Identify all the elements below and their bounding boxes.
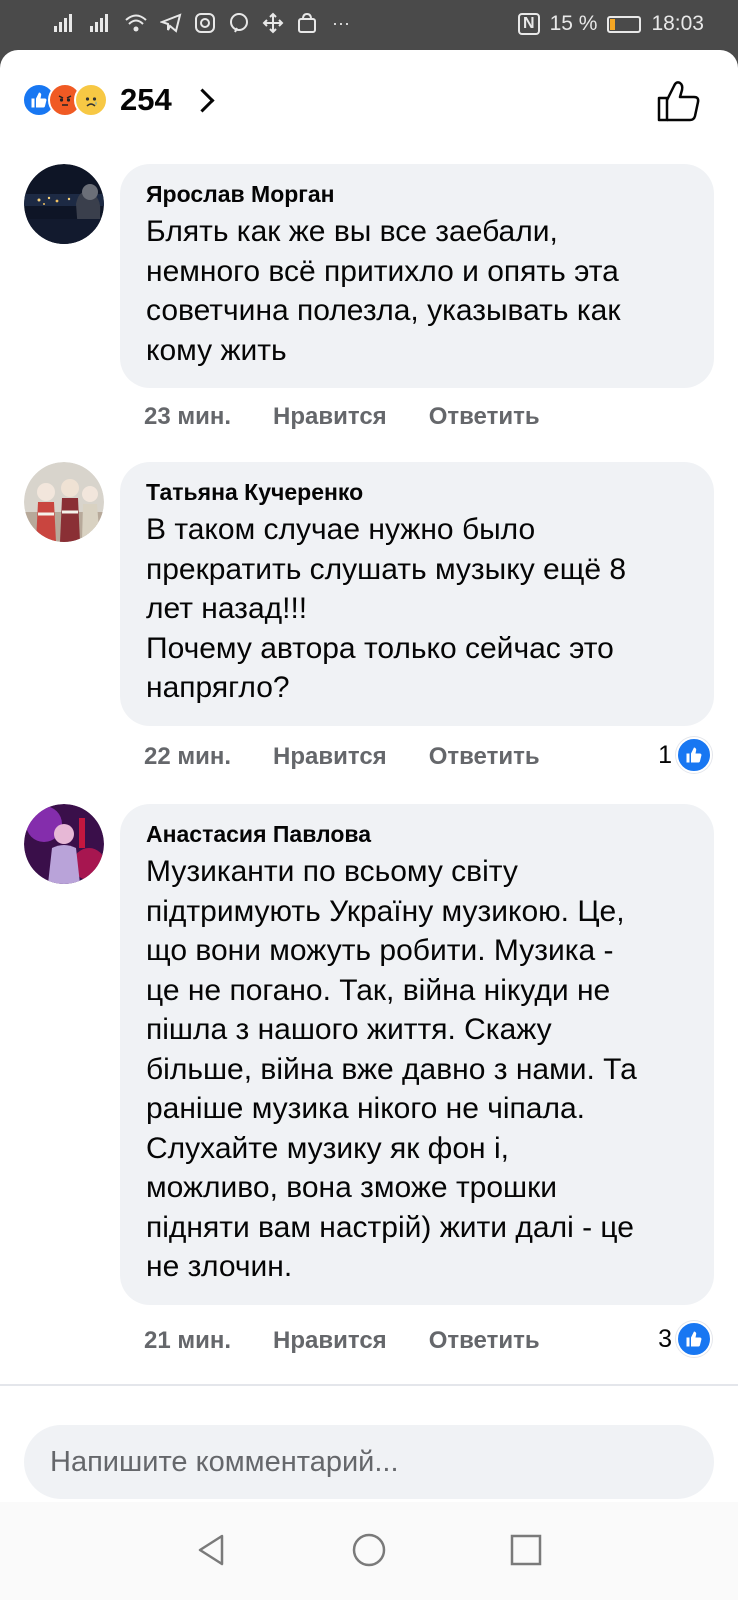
home-icon[interactable] (349, 1530, 389, 1570)
battery-icon (607, 15, 642, 33)
comment-actions: 22 мин. Нравится Ответить (144, 743, 582, 771)
like-icon (676, 737, 712, 773)
comment-input[interactable] (24, 1425, 714, 1499)
nfc-icon: N (518, 13, 540, 35)
like-thumb-icon[interactable] (656, 78, 702, 124)
chevron-right-icon (190, 87, 215, 113)
like-button[interactable]: Нравится (273, 403, 387, 431)
sad-emoji-icon (74, 83, 108, 117)
instagram-icon (195, 13, 215, 33)
comment-time: 23 мин. (144, 403, 232, 430)
composer-divider (0, 1384, 738, 1386)
like-button[interactable]: Нравится (273, 743, 387, 771)
avatar[interactable] (24, 804, 104, 884)
recents-icon[interactable] (506, 1530, 546, 1570)
like-icon (676, 1321, 712, 1357)
status-icons-right: N 15 % 18:03 (518, 12, 704, 36)
comment-author[interactable]: Ярослав Морган (146, 178, 694, 210)
comment-actions: 21 мин. Нравится Ответить (144, 1327, 582, 1355)
clock: 18:03 (651, 12, 704, 35)
back-icon[interactable] (192, 1530, 232, 1570)
comment-author[interactable]: Анастасия Павлова (146, 818, 694, 850)
comment-text: Блять как же вы все заебали, немного всё… (146, 215, 621, 367)
comment-author[interactable]: Татьяна Кучеренко (146, 476, 694, 508)
wifi-icon (125, 14, 147, 32)
system-nav-bar (0, 1502, 738, 1600)
bag-icon (298, 12, 316, 33)
comment-bubble: Татьяна Кучеренко В таком случае нужно б… (120, 462, 714, 726)
reply-button[interactable]: Ответить (429, 1327, 540, 1355)
like-button[interactable]: Нравится (273, 1327, 387, 1355)
comments-sheet: 254 Ярослав Морган Блять как же вы все з… (0, 50, 738, 1600)
comment-text: Музиканти по всьому світу підтримують Ук… (146, 855, 637, 1283)
comment-like-count[interactable]: 1 (658, 737, 712, 773)
move-icon (262, 12, 284, 34)
comment-bubble: Ярослав Морган Блять как же вы все заеба… (120, 164, 714, 388)
signal-icon (54, 14, 72, 32)
reactions-summary[interactable]: 254 (22, 80, 215, 120)
avatar[interactable] (24, 164, 104, 244)
avatar[interactable] (24, 462, 104, 542)
status-bar: ··· N 15 % 18:03 (0, 0, 738, 50)
comment-bubble: Анастасия Павлова Музиканти по всьому св… (120, 804, 714, 1305)
comment-text: В таком случае нужно было прекратить слу… (146, 513, 627, 704)
status-icons-left: ··· (52, 12, 352, 34)
like-count-value: 3 (658, 1324, 672, 1353)
comment-actions: 23 мин. Нравится Ответить (144, 403, 582, 431)
comment-time: 21 мин. (144, 1327, 232, 1354)
signal-icon-2 (90, 14, 108, 32)
overflow-dots: ··· (332, 13, 350, 33)
telegram-icon (160, 13, 182, 33)
like-count-value: 1 (658, 740, 672, 769)
comment-like-count[interactable]: 3 (658, 1321, 712, 1357)
viber-icon (230, 13, 248, 33)
reply-button[interactable]: Ответить (429, 403, 540, 431)
comment-time: 22 мин. (144, 743, 232, 770)
reaction-count: 254 (120, 82, 172, 117)
reply-button[interactable]: Ответить (429, 743, 540, 771)
battery-percent: 15 % (549, 12, 598, 35)
